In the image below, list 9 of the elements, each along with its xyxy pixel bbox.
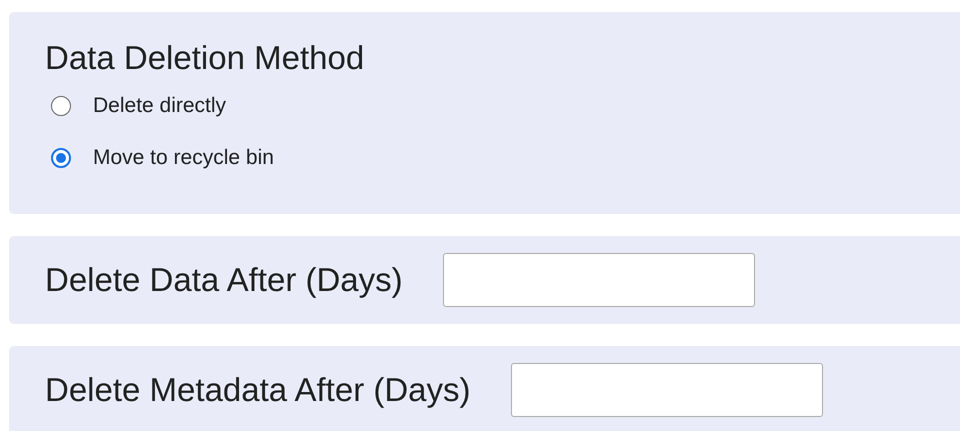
radio-option[interactable]: Delete directly [45,90,226,122]
days-input[interactable] [510,363,823,417]
section-title: Data Deletion Method [45,38,364,78]
days-input[interactable] [442,253,755,307]
field-label: Delete Metadata After (Days) [45,370,471,410]
field-label: Delete Data After (Days) [45,260,403,300]
radio-button[interactable] [51,96,71,116]
radio-button[interactable] [51,148,71,168]
radio-option[interactable]: Move to recycle bin [45,142,274,174]
